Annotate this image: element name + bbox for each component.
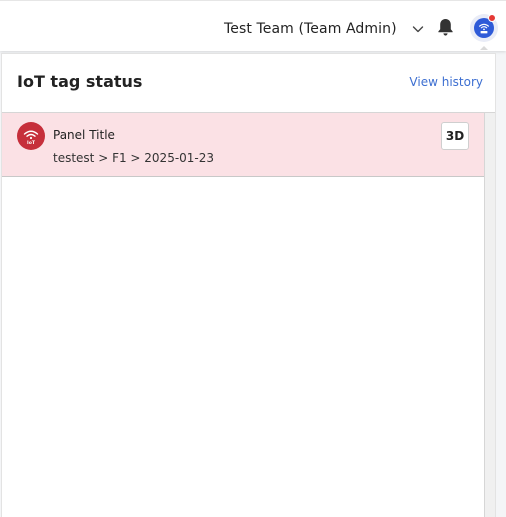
row-path: testest > F1 > 2025-01-23	[53, 151, 215, 165]
chevron-down-icon[interactable]	[411, 22, 425, 36]
team-name: Test Team (Team Admin)	[224, 21, 397, 37]
iot-wifi-icon: IoT	[17, 122, 45, 150]
notification-dot	[488, 14, 496, 22]
scrollbar[interactable]	[485, 113, 495, 517]
team-selector[interactable]: Test Team (Team Admin)	[224, 18, 425, 40]
row-title: Panel Title	[53, 128, 115, 142]
panel-header: IoT tag status View history	[2, 54, 495, 113]
view-history-link[interactable]: View history	[409, 75, 483, 89]
iot-tag-status-panel: IoT tag status View history IoT Panel Ti…	[1, 53, 496, 517]
bell-icon[interactable]	[436, 17, 455, 37]
panel-title: IoT tag status	[17, 72, 143, 91]
svg-text:IoT: IoT	[27, 140, 36, 146]
3d-view-button[interactable]: 3D	[441, 122, 469, 150]
tag-list: IoT Panel Title testest > F1 > 2025-01-2…	[2, 113, 485, 517]
list-item[interactable]: IoT Panel Title testest > F1 > 2025-01-2…	[2, 113, 484, 177]
top-bar: Test Team (Team Admin)	[0, 0, 506, 51]
avatar-caret	[480, 46, 488, 50]
